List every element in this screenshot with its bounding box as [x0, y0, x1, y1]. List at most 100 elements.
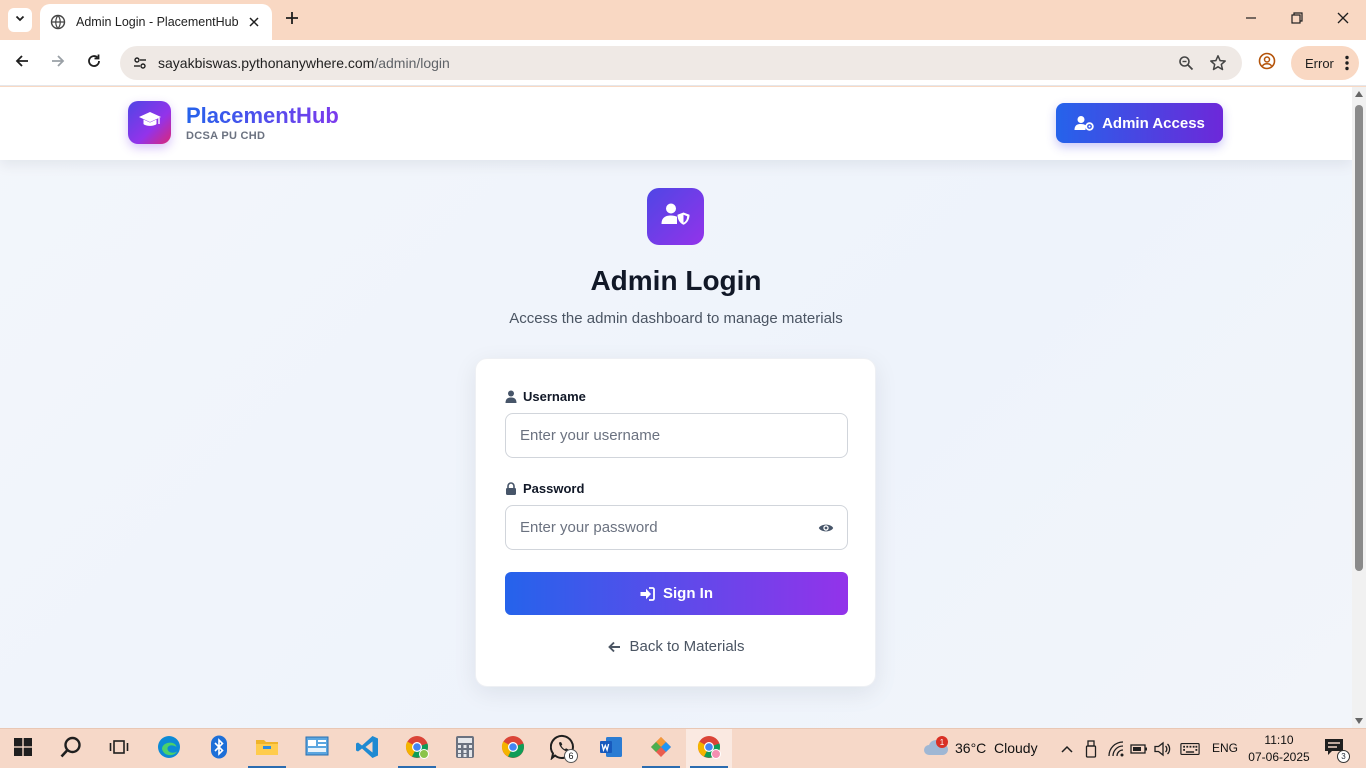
- profile-error-chip[interactable]: Error: [1291, 46, 1359, 80]
- username-input[interactable]: [505, 413, 848, 458]
- arrow-left-icon: [608, 641, 621, 653]
- admin-access-button[interactable]: Admin Access: [1056, 103, 1223, 143]
- page-scrollbar[interactable]: [1352, 87, 1366, 728]
- taskbar-edge[interactable]: [146, 729, 192, 768]
- eye-icon[interactable]: [816, 518, 836, 538]
- vscode-icon: [355, 735, 379, 764]
- page-title: Admin Login: [590, 265, 762, 296]
- taskbar-control-panel[interactable]: [294, 729, 340, 768]
- password-input[interactable]: [505, 505, 848, 550]
- plus-icon: [285, 11, 299, 30]
- sign-in-icon: [640, 586, 655, 601]
- taskbar-chrome-active[interactable]: [686, 729, 732, 768]
- back-to-materials-link[interactable]: Back to Materials: [476, 638, 877, 655]
- account-icon: [1258, 52, 1276, 75]
- taskbar-chrome-profile-1[interactable]: [394, 729, 440, 768]
- login-card: Username Password Sign In Back to Materi…: [475, 358, 876, 687]
- whatsapp-badge: 6: [564, 749, 578, 763]
- close-window-button[interactable]: [1331, 8, 1355, 32]
- error-chip-label: Error: [1305, 55, 1334, 71]
- chevron-down-icon: [14, 11, 26, 29]
- close-icon: [1337, 11, 1349, 29]
- diamond-app-icon: [649, 735, 673, 764]
- globe-icon: [50, 14, 66, 30]
- weather-widget-icon[interactable]: 1: [922, 736, 950, 759]
- clock-time: 11:10: [1264, 733, 1294, 747]
- taskbar-file-explorer[interactable]: [244, 729, 290, 768]
- minimize-button[interactable]: [1239, 8, 1263, 32]
- sign-in-label: Sign In: [663, 585, 713, 602]
- back-to-materials-label: Back to Materials: [629, 638, 745, 655]
- chrome-icon: [405, 735, 429, 764]
- notification-count-badge: 3: [1337, 750, 1350, 763]
- taskbar-search-button[interactable]: [48, 729, 94, 768]
- browser-tab[interactable]: Admin Login - PlacementHub: [40, 4, 272, 40]
- address-bar[interactable]: sayakbiswas.pythonanywhere.com/admin/log…: [120, 46, 1242, 80]
- user-shield-icon: [661, 202, 691, 231]
- bluetooth-icon: [210, 735, 228, 764]
- keyboard-icon[interactable]: [1180, 739, 1200, 759]
- zoom-icon[interactable]: [1176, 53, 1196, 73]
- windows-logo-icon: [14, 737, 32, 761]
- taskbar-calculator[interactable]: [442, 729, 488, 768]
- new-tab-button[interactable]: [282, 10, 302, 30]
- browser-toolbar: sayakbiswas.pythonanywhere.com/admin/log…: [0, 40, 1366, 86]
- control-panel-icon: [305, 736, 329, 763]
- clock-date: 07-06-2025: [1248, 750, 1310, 764]
- notification-center-button[interactable]: 3: [1322, 738, 1350, 763]
- username-label: Username: [505, 389, 586, 404]
- calculator-icon: [455, 735, 475, 764]
- back-button[interactable]: [10, 51, 34, 75]
- task-view-button[interactable]: [96, 729, 142, 768]
- password-label: Password: [505, 481, 584, 496]
- weather-temperature[interactable]: 36°C: [955, 740, 986, 756]
- usb-device-icon[interactable]: [1081, 739, 1101, 759]
- search-icon: [59, 735, 83, 764]
- chrome-icon: [697, 735, 721, 764]
- edge-icon: [157, 735, 181, 764]
- taskbar-vscode[interactable]: [344, 729, 390, 768]
- star-icon[interactable]: [1208, 53, 1228, 73]
- sign-in-button[interactable]: Sign In: [505, 572, 848, 615]
- close-icon[interactable]: [246, 14, 262, 30]
- chrome-icon: [501, 735, 525, 764]
- lock-icon: [505, 482, 517, 495]
- taskbar-bluetooth[interactable]: [196, 729, 242, 768]
- user-cog-icon: [1074, 115, 1094, 131]
- user-icon: [505, 390, 517, 403]
- volume-icon[interactable]: [1153, 739, 1173, 759]
- taskbar-clock[interactable]: 11:10 07-06-2025: [1246, 732, 1312, 766]
- site-info-icon[interactable]: [130, 53, 150, 73]
- profile-button[interactable]: [1256, 52, 1278, 74]
- scroll-down-arrow[interactable]: [1355, 718, 1363, 724]
- arrow-right-icon: [50, 53, 66, 74]
- more-vert-icon[interactable]: [1345, 55, 1349, 74]
- weather-description[interactable]: Cloudy: [994, 740, 1038, 756]
- task-view-icon: [109, 738, 129, 761]
- tab-search-button[interactable]: [8, 8, 32, 32]
- scroll-up-arrow[interactable]: [1355, 91, 1363, 97]
- url-path: /admin/login: [374, 55, 450, 71]
- scrollbar-thumb[interactable]: [1355, 105, 1363, 571]
- wifi-icon[interactable]: [1106, 739, 1126, 759]
- password-label-text: Password: [523, 481, 585, 496]
- brand-logo[interactable]: [128, 101, 171, 144]
- chevron-up-icon[interactable]: [1057, 739, 1077, 759]
- weather-alert-badge: 1: [936, 736, 948, 748]
- battery-icon[interactable]: [1129, 739, 1149, 759]
- start-button[interactable]: [0, 729, 46, 768]
- taskbar-word[interactable]: [588, 729, 634, 768]
- admin-access-label: Admin Access: [1102, 114, 1205, 132]
- language-indicator[interactable]: ENG: [1212, 741, 1238, 755]
- taskbar-chrome[interactable]: [490, 729, 536, 768]
- brand-name[interactable]: PlacementHub: [186, 103, 339, 129]
- tab-title: Admin Login - PlacementHub: [76, 15, 239, 29]
- reload-button[interactable]: [82, 51, 106, 75]
- taskbar-git-app[interactable]: [638, 729, 684, 768]
- taskbar-whatsapp[interactable]: 6: [540, 729, 586, 768]
- forward-button[interactable]: [46, 51, 70, 75]
- restore-button[interactable]: [1285, 8, 1309, 32]
- browser-tab-bar: Admin Login - PlacementHub: [0, 0, 1366, 40]
- url-host: sayakbiswas.pythonanywhere.com: [158, 55, 375, 71]
- brand-subtitle: DCSA PU CHD: [186, 130, 266, 142]
